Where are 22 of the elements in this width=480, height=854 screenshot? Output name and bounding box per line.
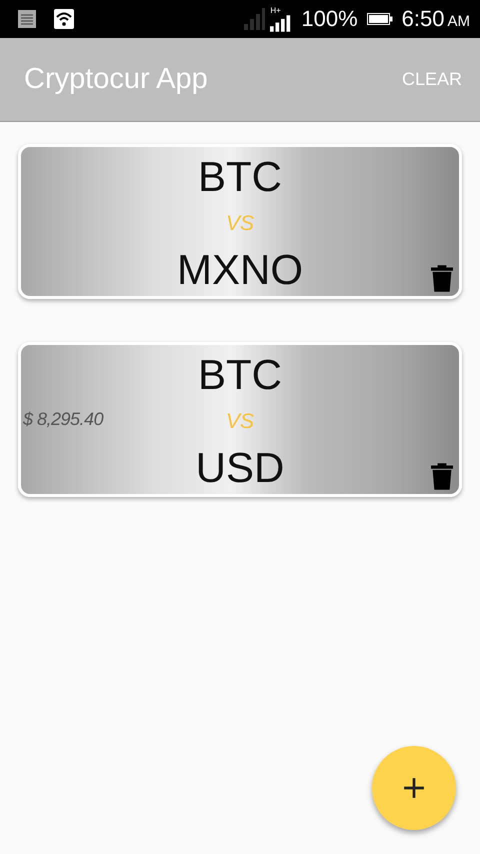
- vs-label: VS: [226, 410, 254, 434]
- clock-time: 6:50: [402, 6, 444, 32]
- base-currency: BTC: [198, 351, 282, 399]
- signal-icon: [270, 14, 292, 32]
- quote-currency: MXNO: [177, 246, 303, 294]
- trash-icon[interactable]: [431, 265, 453, 292]
- notes-icon: [18, 10, 36, 28]
- app-title: Cryptocur App: [24, 63, 208, 96]
- battery-icon: [366, 13, 393, 25]
- wifi-icon: [54, 9, 74, 29]
- clock-meridiem: AM: [448, 12, 470, 30]
- vs-label: VS: [226, 212, 254, 236]
- network-type: H+: [270, 6, 281, 14]
- pair-card[interactable]: $ 8,295.40 BTC VS USD: [18, 342, 462, 497]
- quote-currency: USD: [196, 444, 284, 492]
- plus-icon: [403, 777, 425, 799]
- battery-percent: 100%: [301, 6, 358, 32]
- price-text: $ 8,295.40: [23, 409, 104, 430]
- base-currency: BTC: [198, 153, 282, 201]
- signal-icon: [243, 8, 266, 30]
- trash-icon[interactable]: [431, 463, 453, 490]
- pair-card[interactable]: BTC VS MXNO: [18, 144, 462, 299]
